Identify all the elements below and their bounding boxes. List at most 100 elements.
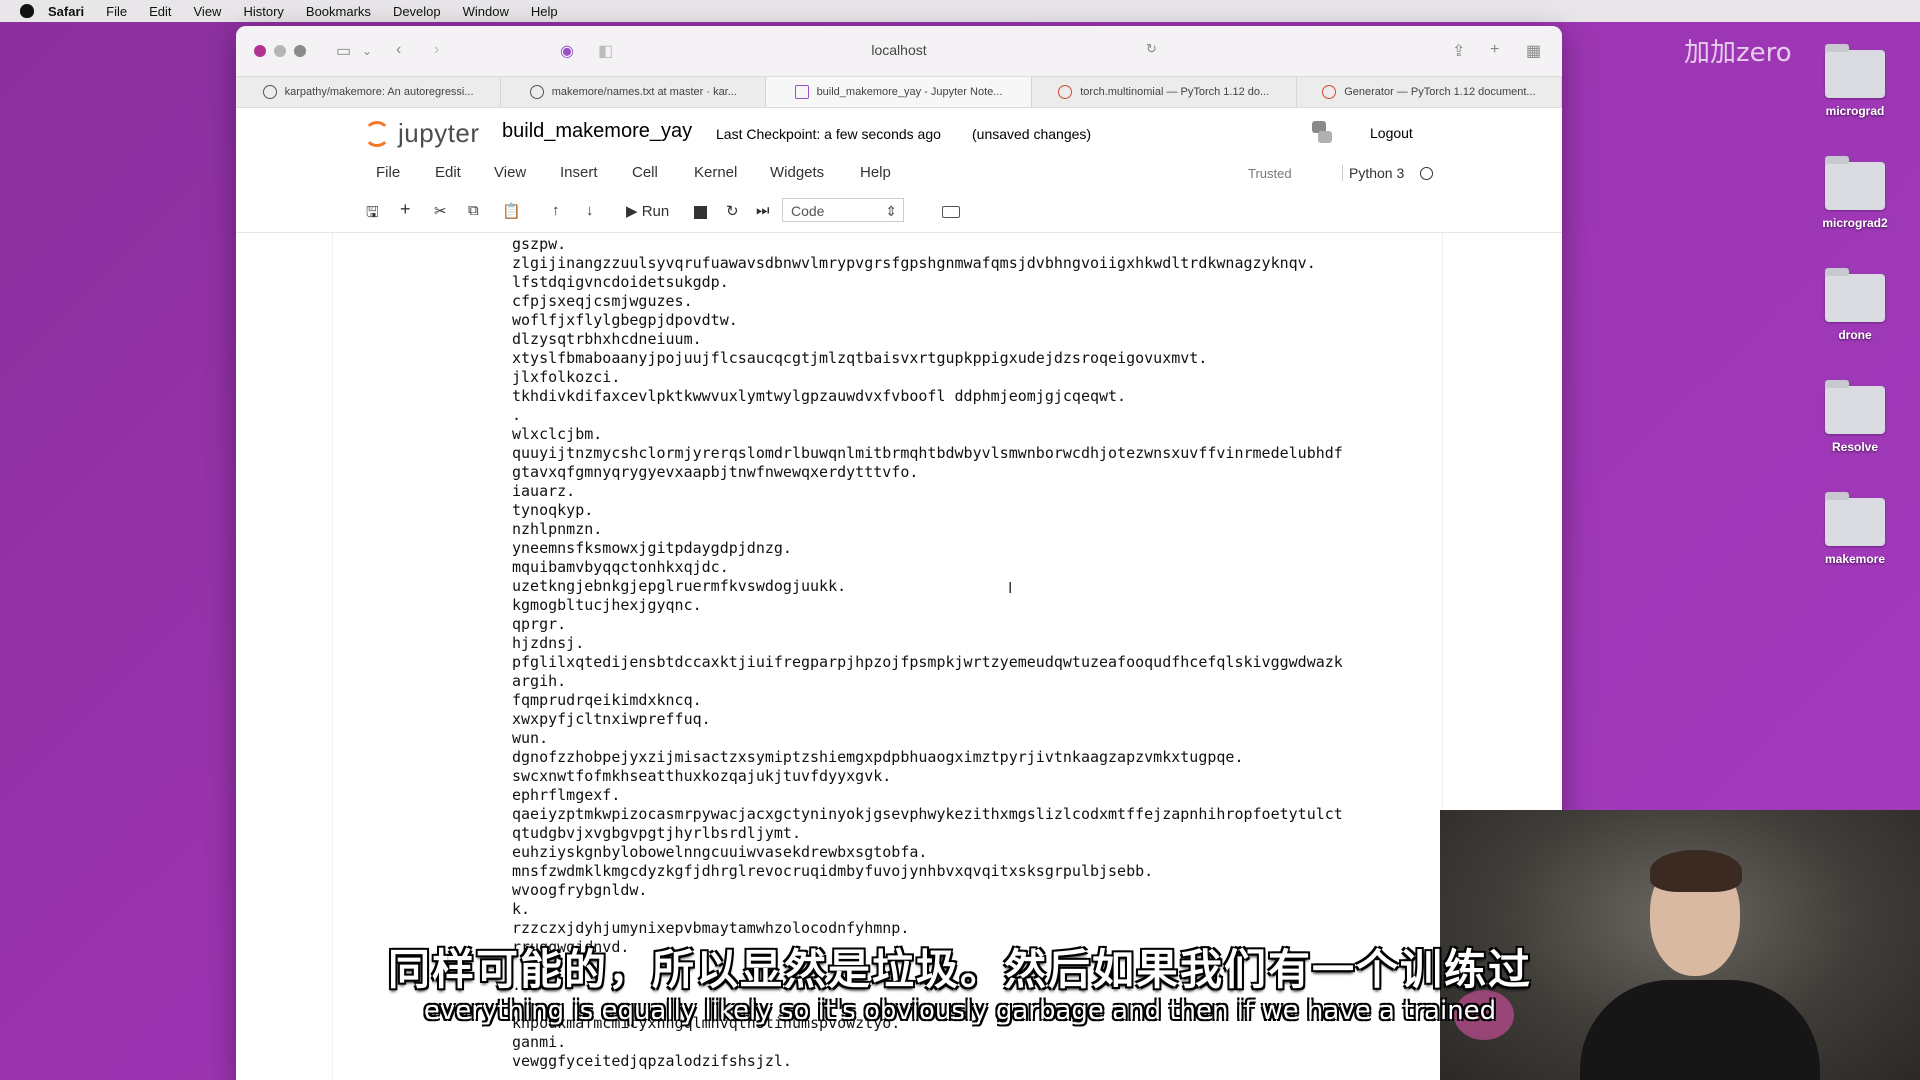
output-line: nzhlpnmzn. [512, 520, 603, 538]
tab-label: Generator — PyTorch 1.12 document... [1344, 86, 1536, 98]
autosave-status: (unsaved changes) [972, 126, 1092, 142]
menu-edit[interactable]: Edit [149, 4, 171, 19]
output-line: gszpw. [512, 235, 567, 253]
folder-icon [1825, 44, 1885, 98]
run-label: Run [641, 203, 670, 220]
desktop-folder-micrograd2[interactable]: micrograd2 [1800, 156, 1910, 230]
move-down-icon[interactable]: ↓ [586, 202, 594, 219]
nb-menu-edit[interactable]: Edit [435, 164, 461, 181]
paste-icon[interactable]: 📋 [502, 202, 521, 220]
output-line: cfpjsxeqjcsmjwguzes. [512, 292, 693, 310]
github-icon [262, 85, 277, 99]
output-line: uzetkngjebnkgjepglruermfkvswdogjuukk. [512, 577, 847, 595]
folder-label: Resolve [1831, 440, 1879, 454]
save-icon[interactable]: 🖫 [366, 202, 379, 227]
cut-icon[interactable]: ✂ [434, 202, 447, 220]
jupyter-logo[interactable]: jupyter [364, 118, 480, 149]
nb-menu-help[interactable]: Help [860, 164, 891, 181]
tab-overview-icon[interactable]: ▦ [1526, 41, 1541, 61]
output-line: dlzysqtrbhxhcdneiuum. [512, 330, 702, 348]
folder-icon [1825, 380, 1885, 434]
menu-window[interactable]: Window [463, 4, 509, 19]
output-line: dgnofzzhobpejyxzijmisactzxsymiptzshiemgx… [512, 748, 1244, 766]
macos-menubar: Safari File Edit View History Bookmarks … [0, 0, 1920, 22]
folder-label: makemore [1824, 552, 1886, 566]
output-line: yneemnsfksmowxjgitpdaygdpjdnzg. [512, 539, 792, 557]
cell-type-value: Code [791, 203, 825, 219]
jupyter-menubar: File Edit View Insert Cell Kernel Widget… [236, 154, 1562, 192]
output-line: iauarz. [512, 482, 576, 500]
restart-run-all-icon[interactable]: ⏭ [756, 202, 770, 219]
tab-makemore-repo[interactable]: karpathy/makemore: An autoregressi... [236, 77, 502, 107]
tab-label: karpathy/makemore: An autoregressi... [284, 86, 474, 98]
copy-icon[interactable]: ⧉ [468, 202, 479, 219]
nb-menu-kernel[interactable]: Kernel [694, 164, 737, 181]
output-line: wun. [512, 729, 549, 747]
cell-type-select[interactable]: Code ⇕ [782, 198, 904, 222]
desktop-folder-micrograd[interactable]: micrograd [1800, 44, 1910, 118]
nb-menu-view[interactable]: View [494, 164, 526, 181]
output-line: argih. [512, 672, 567, 690]
desktop-folder-drone[interactable]: drone [1800, 268, 1910, 342]
nb-menu-file[interactable]: File [376, 164, 400, 181]
safari-window: ▭ ⌄ ‹ › ◉ ◧ localhost ↻ ⇪ + ▦ karpathy/m… [236, 26, 1562, 1080]
folder-label: drone [1838, 328, 1872, 342]
desktop-folder-resolve[interactable]: Resolve [1800, 380, 1910, 454]
output-line: wvoogfrybgnldw. [512, 881, 648, 899]
output-line: hjzdnsj. [512, 634, 585, 652]
output-line: mquibamvbyqqctonhkxqjdc. [512, 558, 729, 576]
move-up-icon[interactable]: ↑ [552, 202, 560, 219]
output-line: euhziyskgnbylobowelnngcuuiwvasekdrewbxsg… [512, 843, 928, 861]
output-line: tynoqkyp. [512, 501, 594, 519]
output-line: jlxfolkozci. [512, 368, 621, 386]
menu-history[interactable]: History [243, 4, 283, 19]
menu-safari[interactable]: Safari [48, 4, 84, 19]
output-line: swcxnwtfofmkhseatthuxkozqajukjtuvfdyyxgv… [512, 767, 892, 785]
output-line: tkhdivkdifaxcevlpktkwwvuxlymtwylgpzauwdv… [512, 387, 1127, 405]
new-tab-icon[interactable]: + [1490, 41, 1499, 59]
trusted-indicator[interactable]: Trusted [1248, 166, 1292, 181]
tab-names-txt[interactable]: makemore/names.txt at master · kar... [501, 77, 767, 107]
apple-icon[interactable] [20, 4, 34, 18]
output-line: mnsfzwdmklkmgcdyzkgfjdhrglrevocruqidmbyf… [512, 862, 1154, 880]
menu-develop[interactable]: Develop [393, 4, 441, 19]
nb-menu-widgets[interactable]: Widgets [770, 164, 824, 181]
menu-bookmarks[interactable]: Bookmarks [306, 4, 371, 19]
logout-button[interactable]: Logout [1370, 125, 1413, 141]
nb-menu-cell[interactable]: Cell [632, 164, 658, 181]
github-icon [529, 85, 544, 99]
desktop-folder-makemore[interactable]: makemore [1800, 492, 1910, 566]
output-line: wlxclcjbm. [512, 425, 603, 443]
reload-icon[interactable]: ↻ [1146, 41, 1157, 57]
share-icon[interactable]: ⇪ [1452, 41, 1465, 61]
address-bar[interactable]: localhost [236, 42, 1562, 58]
tab-label: makemore/names.txt at master · kar... [551, 86, 737, 98]
output-line: . [512, 406, 522, 424]
text-cursor-icon: I [1008, 580, 1013, 597]
tab-label: torch.multinomial — PyTorch 1.12 do... [1080, 86, 1270, 98]
output-line: woflfjxflylgbegpjdpovdtw. [512, 311, 738, 329]
menu-view[interactable]: View [194, 4, 222, 19]
menu-help[interactable]: Help [531, 4, 558, 19]
watermark: 加加zero [1684, 38, 1792, 68]
insert-cell-icon[interactable]: + [400, 199, 411, 220]
subtitle-chinese: 同样可能的，所以显然是垃圾。然后如果我们有一个训练过 [387, 945, 1532, 994]
folder-icon [1825, 156, 1885, 210]
output-line: kgmogbltucjhexjgyqnc. [512, 596, 702, 614]
kernel-name[interactable]: Python 3 [1342, 165, 1404, 181]
notebook-title[interactable]: build_makemore_yay [502, 120, 692, 143]
output-line: xtyslfbmaboaanyjpojuujflcsaucqcgtjmlzqtb… [512, 349, 1208, 367]
output-line: ephrflmgexf. [512, 786, 621, 804]
interrupt-icon[interactable] [694, 206, 707, 219]
menu-file[interactable]: File [106, 4, 127, 19]
restart-icon[interactable]: ↻ [726, 202, 739, 220]
tab-jupyter-notebook[interactable]: build_makemore_yay - Jupyter Note... [766, 77, 1032, 107]
output-line: k. [512, 900, 531, 918]
tab-torch-generator[interactable]: Generator — PyTorch 1.12 document... [1297, 77, 1562, 107]
keyboard-icon[interactable] [942, 206, 960, 218]
output-line: ganmi. [512, 1033, 567, 1051]
nb-menu-insert[interactable]: Insert [560, 164, 598, 181]
tab-torch-multinomial[interactable]: torch.multinomial — PyTorch 1.12 do... [1032, 77, 1297, 107]
run-button[interactable]: ▶ Run [626, 202, 669, 220]
output-line: vewggfyceitedjqpzalodzifshsjzl. [512, 1052, 792, 1070]
